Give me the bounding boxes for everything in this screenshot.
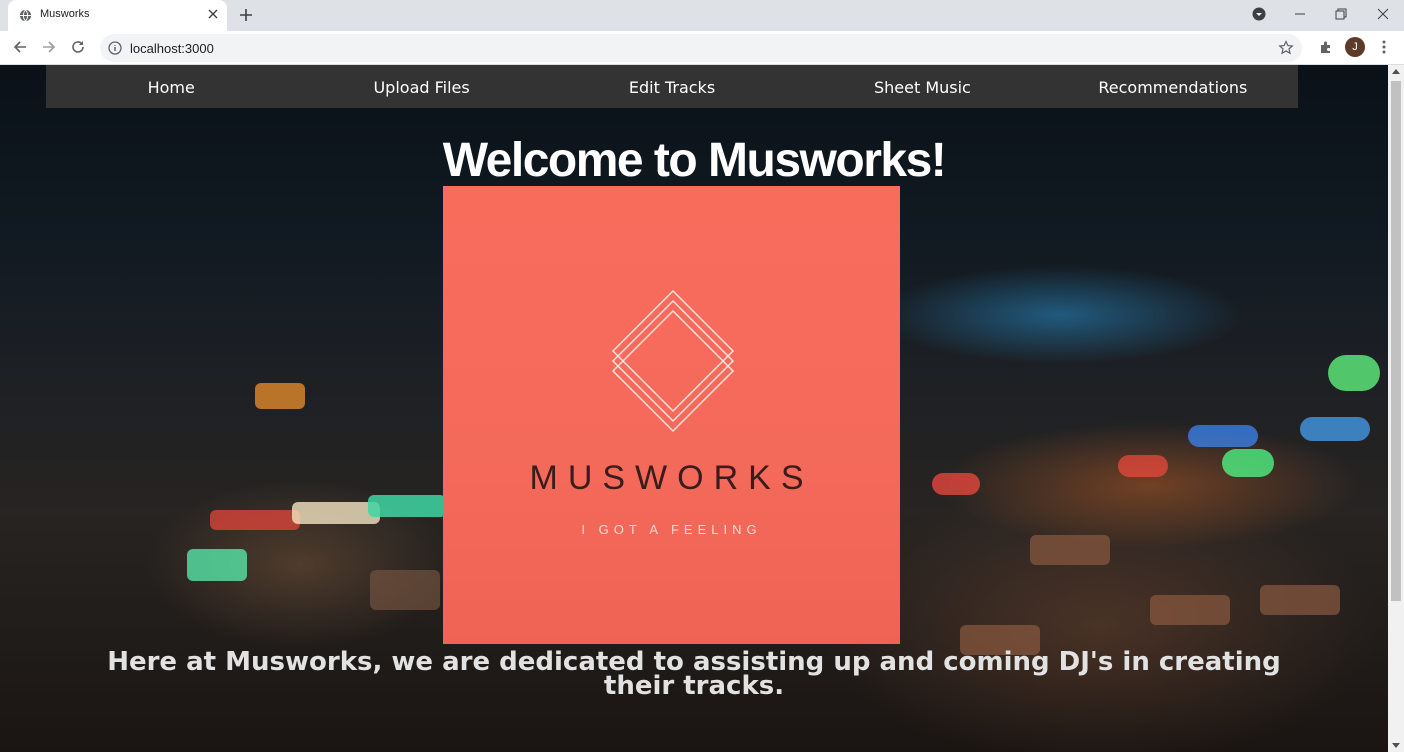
nav-home[interactable]: Home xyxy=(46,65,296,108)
tab-title: Musworks xyxy=(40,8,90,20)
partially-visible-text xyxy=(90,742,1310,752)
browser-tab-strip: Musworks xyxy=(0,0,1404,31)
restore-icon[interactable] xyxy=(1334,7,1348,21)
site-navbar: Home Upload Files Edit Tracks Sheet Musi… xyxy=(46,65,1298,108)
kebab-menu-icon[interactable] xyxy=(1376,39,1392,55)
page-title: Welcome to Musworks! xyxy=(442,134,947,187)
nav-edit-tracks[interactable]: Edit Tracks xyxy=(547,65,797,108)
scroll-down-arrow-icon[interactable] xyxy=(1392,743,1400,748)
intro-text: Here at Musworks, we are dedicated to as… xyxy=(107,647,1281,701)
nav-upload-files[interactable]: Upload Files xyxy=(296,65,546,108)
browser-toolbar: localhost:3000 J xyxy=(0,31,1404,65)
profile-avatar[interactable]: J xyxy=(1345,37,1365,57)
logo-wordmark: MUSWORKS xyxy=(529,459,814,497)
tab-search-icon[interactable] xyxy=(1252,7,1266,21)
info-icon[interactable] xyxy=(108,41,122,55)
close-icon[interactable] xyxy=(208,9,218,19)
reload-icon[interactable] xyxy=(70,39,86,55)
url-text[interactable]: localhost:3000 xyxy=(130,41,214,56)
page-viewport: Home Upload Files Edit Tracks Sheet Musi… xyxy=(0,65,1388,752)
page-scrollbar[interactable] xyxy=(1388,65,1404,752)
minimize-icon[interactable] xyxy=(1293,7,1307,21)
scroll-up-arrow-icon[interactable] xyxy=(1392,69,1400,74)
musworks-logo: MUSWORKS I GOT A FEELING xyxy=(443,186,900,644)
window-close-icon[interactable] xyxy=(1376,7,1390,21)
address-bar[interactable]: localhost:3000 xyxy=(100,34,1302,62)
diamond-logo-icon xyxy=(611,289,735,433)
browser-tab[interactable]: Musworks xyxy=(8,0,227,31)
puzzle-icon[interactable] xyxy=(1318,39,1334,55)
globe-icon xyxy=(19,9,32,22)
back-arrow-icon[interactable] xyxy=(12,39,28,55)
logo-tagline: I GOT A FEELING xyxy=(581,522,762,537)
nav-recommendations[interactable]: Recommendations xyxy=(1048,65,1298,108)
forward-arrow-icon[interactable] xyxy=(41,39,57,55)
star-icon[interactable] xyxy=(1278,40,1294,56)
nav-sheet-music[interactable]: Sheet Music xyxy=(797,65,1047,108)
plus-icon[interactable] xyxy=(238,7,254,23)
scroll-thumb[interactable] xyxy=(1391,81,1401,601)
